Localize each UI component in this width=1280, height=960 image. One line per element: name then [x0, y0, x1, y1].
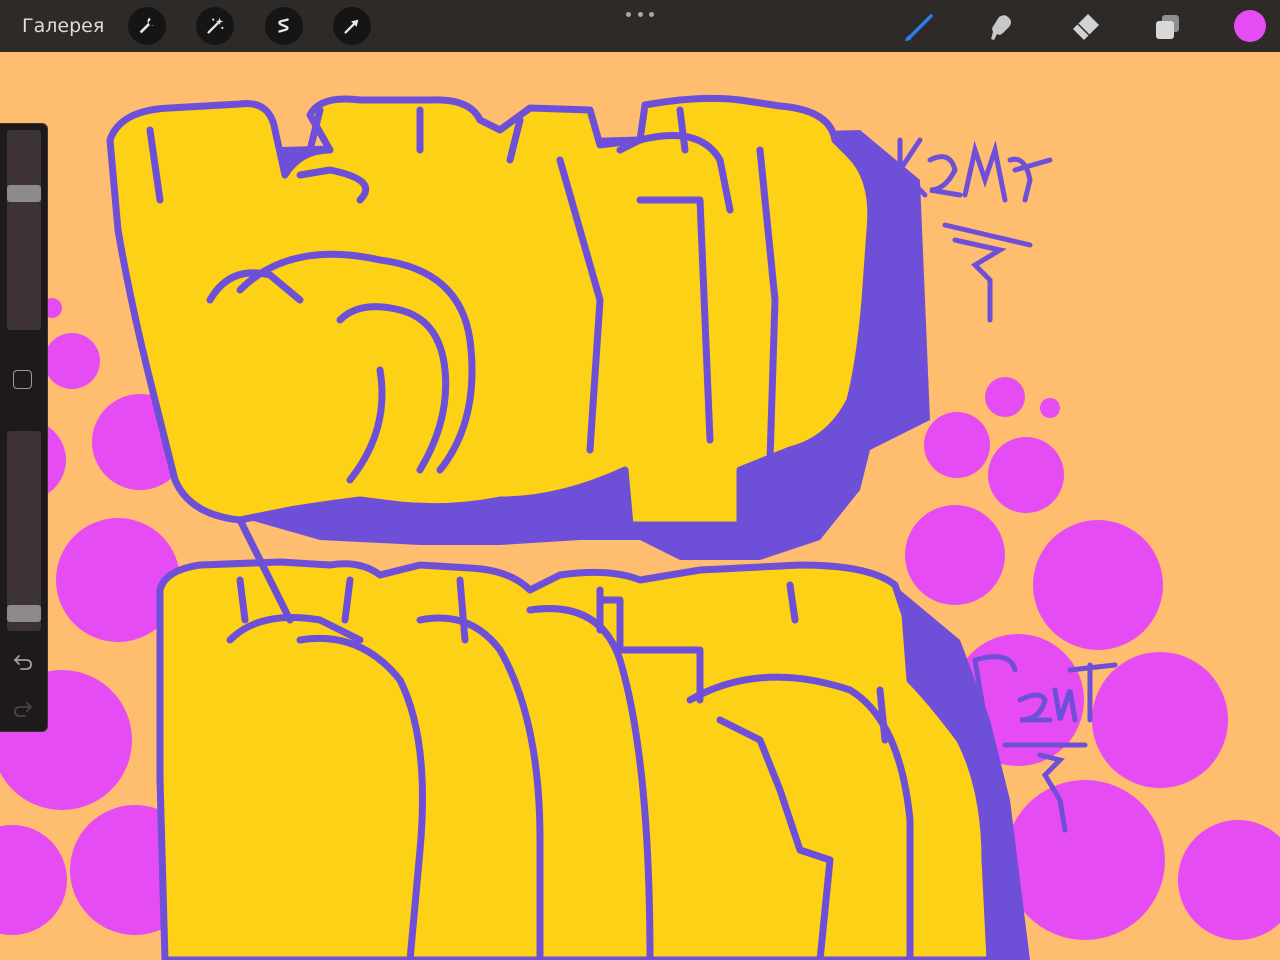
smudge-tool-button[interactable] [985, 10, 1019, 44]
left-sidebar [0, 123, 48, 732]
magic-wand-icon [207, 17, 224, 34]
dot-icon [626, 11, 631, 17]
paint-tool-button[interactable] [902, 10, 936, 44]
brush-size-handle[interactable] [7, 184, 41, 202]
opacity-slider[interactable] [7, 431, 41, 631]
color-picker-button[interactable] [1234, 10, 1266, 42]
redo-icon [14, 702, 32, 717]
top-toolbar: Галерея [0, 0, 1280, 52]
actions-button[interactable] [128, 7, 166, 45]
modify-button[interactable] [13, 370, 32, 389]
eraser-icon [1073, 14, 1099, 40]
selection-button[interactable] [265, 7, 303, 45]
brush-size-slider[interactable] [7, 130, 41, 330]
eraser-tool-button[interactable] [1068, 10, 1102, 44]
layers-button[interactable] [1151, 10, 1185, 44]
transform-button[interactable] [333, 7, 371, 45]
undo-button[interactable] [12, 651, 34, 673]
wrench-icon [139, 17, 156, 34]
adjustments-button[interactable] [196, 7, 234, 45]
more-options-button[interactable] [626, 6, 654, 22]
opacity-handle[interactable] [7, 604, 41, 622]
dot-icon [637, 11, 643, 17]
brush-icon [905, 14, 933, 41]
undo-icon [14, 655, 32, 670]
smudge-icon [991, 15, 1011, 41]
layers-icon [1156, 15, 1179, 39]
redo-button[interactable] [12, 698, 34, 720]
dot-icon [649, 11, 654, 17]
drawing-canvas[interactable] [0, 52, 1280, 960]
move-arrow-icon [344, 19, 359, 34]
gallery-button[interactable]: Галерея [22, 15, 104, 37]
selection-icon [278, 18, 289, 33]
